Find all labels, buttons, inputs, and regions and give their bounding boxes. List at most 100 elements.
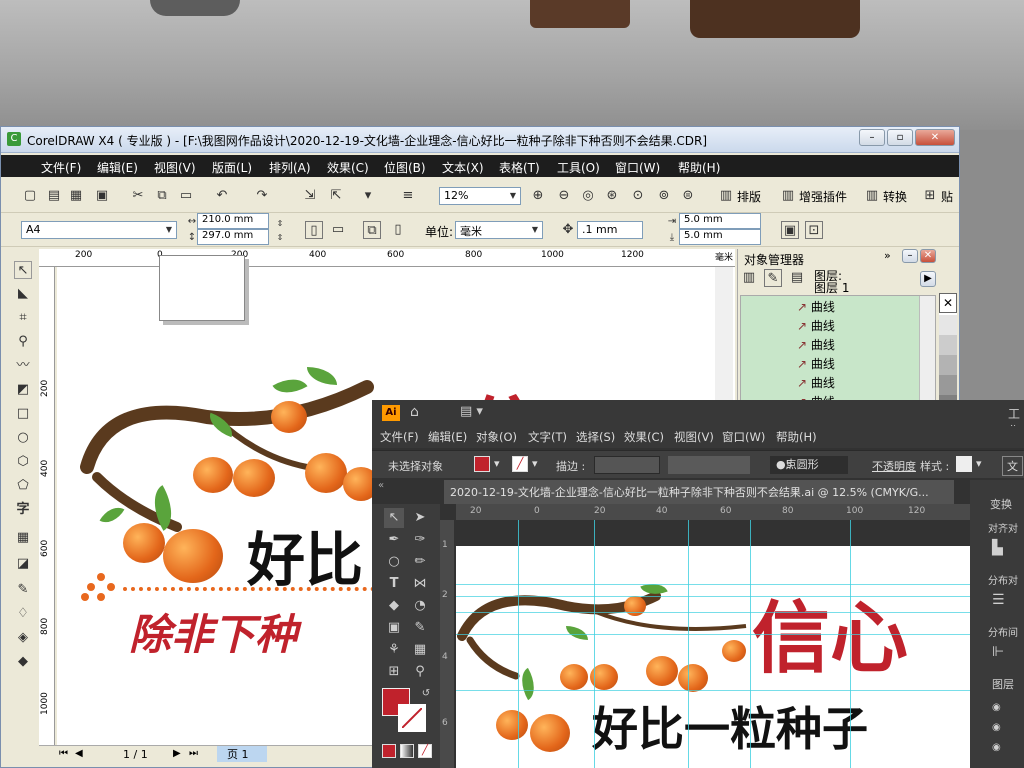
- color-mode-icon[interactable]: [382, 744, 396, 758]
- close-button[interactable]: ✕: [915, 129, 955, 146]
- zoom-all-icon[interactable]: ⊛: [603, 187, 621, 205]
- layer-manager-icon[interactable]: ▤: [788, 269, 806, 287]
- align-icon[interactable]: ▙: [992, 540, 1003, 556]
- paste-plugin-button[interactable]: 贴: [941, 188, 953, 205]
- units-select[interactable]: 毫米 ▼: [455, 221, 543, 239]
- gradient-mode-icon[interactable]: [400, 744, 414, 758]
- plugin-icon[interactable]: ▥: [779, 187, 797, 205]
- workspace-layout-icon[interactable]: ▤ ▾: [460, 404, 483, 419]
- menu-effects[interactable]: 效果(C): [327, 159, 369, 176]
- blend-tool-icon[interactable]: ▦: [410, 640, 430, 660]
- document-tab[interactable]: 2020-12-19-文化墙-企业理念-信心好比一粒种子除非下种否则不会结果.a…: [444, 480, 954, 504]
- cut-icon[interactable]: ✂: [129, 187, 147, 205]
- visibility-eye-icon[interactable]: ◉: [992, 702, 1001, 713]
- redo-icon[interactable]: ↷: [253, 187, 271, 205]
- chevron-down-icon[interactable]: ▾: [976, 457, 982, 470]
- interactive-tool-icon[interactable]: ◪: [14, 555, 32, 573]
- zoom-in-icon[interactable]: ⊕: [529, 187, 547, 205]
- zoom-out-icon[interactable]: ⊖: [555, 187, 573, 205]
- swap-colors-icon[interactable]: ↺: [416, 684, 436, 704]
- page-tab[interactable]: 页 1: [217, 746, 267, 762]
- polygon-tool-icon[interactable]: ⬡: [14, 453, 32, 471]
- menu-arrange[interactable]: 排列(A): [269, 159, 311, 176]
- copy-icon[interactable]: ⧉: [153, 187, 171, 205]
- fill-tool-icon[interactable]: ◈: [14, 629, 32, 647]
- page-width-field[interactable]: 210.0 mm: [197, 213, 269, 229]
- spinner-icon[interactable]: ⇕: [271, 229, 289, 247]
- edit-layers-icon[interactable]: ✎: [764, 269, 782, 287]
- new-icon[interactable]: ▢: [21, 187, 39, 205]
- next-page-icon[interactable]: ▶: [173, 748, 181, 759]
- chevron-down-icon[interactable]: ▾: [532, 457, 538, 470]
- menu-table[interactable]: 表格(T): [499, 159, 540, 176]
- ai-menu-select[interactable]: 选择(S): [576, 429, 615, 445]
- menu-layout[interactable]: 版面(L): [212, 159, 252, 176]
- none-mode-icon[interactable]: ╱: [418, 744, 432, 758]
- zoom-select[interactable]: 12% ▼: [439, 187, 521, 205]
- reflect-tool-icon[interactable]: ⋈: [410, 574, 430, 594]
- panel-close-button[interactable]: ✕: [920, 249, 936, 263]
- stroke-weight-field[interactable]: [594, 456, 660, 474]
- warp-tool-icon[interactable]: ◔: [410, 596, 430, 616]
- interactive-fill-icon[interactable]: ◆: [14, 653, 32, 671]
- visibility-eye-icon[interactable]: ◉: [992, 722, 1001, 733]
- shape-builder-icon[interactable]: ⚘: [384, 640, 404, 660]
- eyedropper-icon[interactable]: ✎: [14, 581, 32, 599]
- duplicate-x-field[interactable]: 5.0 mm: [679, 213, 761, 229]
- text-tool-icon[interactable]: 字: [14, 501, 32, 519]
- print-icon[interactable]: ▣: [93, 187, 111, 205]
- type-tool-icon[interactable]: T: [384, 574, 404, 594]
- list-item[interactable]: ↗ 曲线: [797, 355, 835, 372]
- distribute-spacing-icon[interactable]: ⊩: [992, 644, 1004, 660]
- landscape-icon[interactable]: ▭: [329, 221, 347, 239]
- pick-tool-icon[interactable]: ↖: [14, 261, 32, 279]
- paste-icon[interactable]: ▭: [177, 187, 195, 205]
- list-item[interactable]: ↗ 曲线: [797, 317, 835, 334]
- opacity-link[interactable]: 不透明度: [872, 458, 916, 474]
- convert-button[interactable]: 转换: [883, 188, 907, 205]
- zoom-page-icon[interactable]: ⊙: [629, 187, 647, 205]
- paste-plugin-icon[interactable]: ⊞: [921, 187, 939, 205]
- outline-tool-icon[interactable]: ♢: [14, 605, 32, 623]
- ai-artboard[interactable]: 信心 好比一粒种子: [456, 546, 970, 768]
- list-item[interactable]: ↗ 曲线: [797, 336, 835, 353]
- undo-icon[interactable]: ↶: [213, 187, 231, 205]
- stroke-color-box[interactable]: [398, 704, 426, 732]
- duplicate-y-field[interactable]: 5.0 mm: [679, 229, 761, 245]
- color-swatch[interactable]: [939, 375, 957, 395]
- nudge-field[interactable]: .1 mm: [577, 221, 643, 239]
- transform-panel-tab[interactable]: 变换: [990, 496, 1012, 512]
- first-page-icon[interactable]: ⏮: [59, 748, 68, 759]
- panel-minimize-button[interactable]: –: [902, 249, 918, 263]
- brush-definition-select[interactable]: ● 5 点圆形: [770, 456, 848, 474]
- home-icon[interactable]: ⌂: [410, 404, 419, 420]
- eraser-tool-icon[interactable]: ◆: [384, 596, 404, 616]
- ai-menu-object[interactable]: 对象(O): [476, 429, 517, 445]
- menu-view[interactable]: 视图(V): [154, 159, 196, 176]
- expand-icon[interactable]: »: [884, 249, 891, 262]
- zoom-tool-icon[interactable]: ⚲: [14, 333, 32, 351]
- menu-bitmaps[interactable]: 位图(B): [384, 159, 426, 176]
- graphic-style-swatch[interactable]: [956, 456, 972, 472]
- plugin-button[interactable]: 增强插件: [799, 188, 847, 205]
- visibility-eye-icon[interactable]: ◉: [992, 742, 1001, 753]
- menu-tools[interactable]: 工具(O): [557, 159, 600, 176]
- prev-page-icon[interactable]: ◀: [75, 748, 83, 759]
- document-setup-button[interactable]: 文: [1002, 456, 1023, 476]
- ai-menu-help[interactable]: 帮助(H): [776, 429, 817, 445]
- layer-menu-button[interactable]: ▶: [920, 271, 936, 287]
- snap-icon[interactable]: ⊡: [805, 221, 823, 239]
- menu-text[interactable]: 文本(X): [442, 159, 484, 176]
- smart-fill-icon[interactable]: ◩: [14, 381, 32, 399]
- maximize-button[interactable]: ▫: [887, 129, 913, 146]
- show-properties-icon[interactable]: ▥: [740, 269, 758, 287]
- list-item[interactable]: ↗ 曲线: [797, 298, 835, 315]
- save-icon[interactable]: ▦: [67, 187, 85, 205]
- ai-menu-edit[interactable]: 编辑(E): [428, 429, 467, 445]
- ai-menu-file[interactable]: 文件(F): [380, 429, 419, 445]
- zoom-selected-icon[interactable]: ◎: [579, 187, 597, 205]
- variable-width-profile[interactable]: [668, 456, 750, 474]
- rectangle-tool-icon[interactable]: □: [14, 405, 32, 423]
- open-icon[interactable]: ▤: [45, 187, 63, 205]
- direct-selection-icon[interactable]: ➤: [410, 508, 430, 528]
